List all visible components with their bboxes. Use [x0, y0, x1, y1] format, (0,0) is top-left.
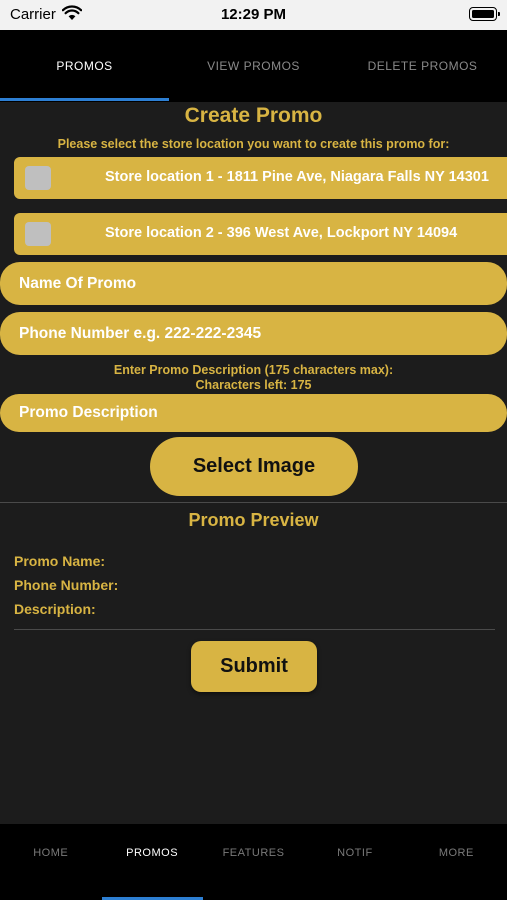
- tab-view-promos[interactable]: VIEW PROMOS: [169, 30, 338, 102]
- bottom-tab-notif[interactable]: NOTIF: [304, 824, 405, 900]
- bottom-tab-bar: HOME PROMOS FEATURES NOTIF MORE: [0, 824, 507, 900]
- bottom-tab-more[interactable]: MORE: [406, 824, 507, 900]
- top-tab-bar: PROMOS VIEW PROMOS DELETE PROMOS: [0, 30, 507, 102]
- promo-name-input[interactable]: [0, 262, 507, 305]
- store-location-2-checkbox[interactable]: [25, 222, 51, 246]
- store-select-instruction: Please select the store location you wan…: [57, 137, 450, 151]
- preview-phone-number: Phone Number:: [14, 577, 119, 593]
- status-bar: Carrier 12:29 PM: [0, 0, 507, 30]
- promo-name-field[interactable]: [0, 262, 507, 305]
- page-title: Create Promo: [184, 104, 323, 127]
- bottom-tab-promos[interactable]: PROMOS: [101, 824, 202, 900]
- store-location-1-row[interactable]: Store location 1 - 1811 Pine Ave, Niagar…: [14, 157, 507, 199]
- tab-promos[interactable]: PROMOS: [0, 30, 169, 102]
- phone-number-field[interactable]: [0, 312, 507, 355]
- preview-promo-name: Promo Name:: [14, 553, 106, 569]
- top-tab-indicator: [0, 98, 169, 101]
- store-location-1-checkbox[interactable]: [25, 166, 51, 190]
- store-location-2-label: Store location 2 - 396 West Ave, Lockpor…: [105, 225, 458, 241]
- promo-description-field[interactable]: [0, 394, 507, 432]
- bottom-tab-features[interactable]: FEATURES: [203, 824, 304, 900]
- section-divider: [0, 502, 507, 503]
- preview-title: Promo Preview: [188, 510, 319, 530]
- clock: 12:29 PM: [220, 6, 287, 23]
- preview-description: Description:: [14, 601, 96, 617]
- bottom-tab-home[interactable]: HOME: [0, 824, 101, 900]
- preview-divider: [14, 629, 495, 630]
- battery-icon: [469, 7, 500, 21]
- characters-left: Characters left: 175: [195, 378, 312, 392]
- store-location-1-label: Store location 1 - 1811 Pine Ave, Niagar…: [105, 169, 489, 185]
- phone-number-input[interactable]: [0, 312, 507, 355]
- tab-delete-promos[interactable]: DELETE PROMOS: [338, 30, 507, 102]
- submit-button[interactable]: Submit: [191, 641, 317, 692]
- description-hint: Enter Promo Description (175 characters …: [113, 363, 394, 377]
- select-image-button[interactable]: Select Image: [150, 437, 358, 496]
- promo-description-input[interactable]: [0, 394, 507, 432]
- store-location-2-row[interactable]: Store location 2 - 396 West Ave, Lockpor…: [14, 213, 507, 255]
